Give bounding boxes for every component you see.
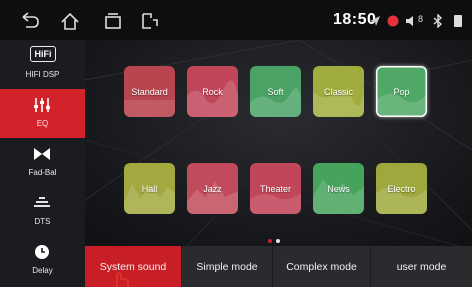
preset-label: Electro	[387, 183, 416, 194]
sidebar-item-dts[interactable]: DTS	[0, 187, 85, 236]
page-indicator	[266, 238, 282, 244]
back-icon[interactable]	[20, 12, 40, 30]
sidebar-item-label: DTS	[34, 217, 51, 226]
preset-soft[interactable]: Soft	[250, 66, 301, 117]
home-icon[interactable]	[60, 12, 80, 30]
sidebar-item-label: EQ	[36, 119, 49, 128]
preset-label: Rock	[202, 86, 223, 97]
preset-label: Hall	[141, 183, 158, 194]
tab-label: Complex mode	[286, 260, 357, 273]
tab-system-sound[interactable]: System sound	[85, 246, 182, 287]
sidebar-item-eq[interactable]: EQ	[0, 89, 85, 138]
sidebar: HiFi HIFI DSP EQ Fad-Bal DTS Delay	[0, 40, 85, 287]
equalizer-icon	[34, 98, 50, 112]
bluetooth-icon	[433, 14, 443, 28]
preset-news[interactable]: News	[313, 163, 364, 214]
sidebar-item-hifi-dsp[interactable]: HiFi HIFI DSP	[0, 40, 85, 89]
status-bar: 18:50 8	[0, 0, 472, 40]
preset-theater[interactable]: Theater	[250, 163, 301, 214]
sidebar-item-fad-bal[interactable]: Fad-Bal	[0, 138, 85, 187]
preset-label: Soft	[267, 86, 284, 97]
tab-complex-mode[interactable]: Complex mode	[273, 246, 371, 287]
sidebar-item-label: HIFI DSP	[25, 70, 60, 79]
preset-hall[interactable]: Hall	[124, 163, 175, 214]
volume-level: 8	[418, 14, 424, 24]
battery-icon	[454, 15, 462, 27]
tab-label: Simple mode	[196, 260, 258, 273]
preset-label: Standard	[131, 86, 168, 97]
recent-apps-icon[interactable]	[103, 12, 123, 30]
screen-cast-icon[interactable]	[140, 12, 160, 30]
preset-pop[interactable]: Pop	[376, 66, 427, 117]
tab-label: System sound	[99, 260, 167, 273]
page-dot[interactable]	[268, 239, 272, 243]
status-icons: 8	[366, 10, 470, 32]
sidebar-item-delay[interactable]: Delay	[0, 236, 85, 285]
preset-electro[interactable]: Electro	[376, 163, 427, 214]
tab-label: user mode	[396, 260, 447, 273]
hand-pointer-icon	[116, 272, 129, 287]
sidebar-item-label: Delay	[32, 266, 53, 275]
fader-balance-icon	[34, 148, 50, 160]
preset-label: Theater	[259, 183, 292, 194]
preset-label: News	[327, 183, 350, 194]
preset-rock[interactable]: Rock	[187, 66, 238, 117]
preset-standard[interactable]: Standard	[124, 66, 175, 117]
tab-simple-mode[interactable]: Simple mode	[182, 246, 273, 287]
hifi-icon: HiFi	[30, 46, 56, 62]
preset-classic[interactable]: Classic	[313, 66, 364, 117]
preset-label: Jazz	[203, 183, 222, 194]
preset-label: Classic	[323, 86, 353, 97]
sound-mode-tabs: System sound Simple mode Complex mode us…	[85, 246, 472, 287]
preset-label: Pop	[393, 86, 410, 97]
sidebar-item-label: Fad-Bal	[28, 168, 57, 177]
record-icon	[387, 15, 399, 27]
clock-icon	[35, 245, 49, 259]
dts-icon	[34, 197, 50, 207]
page-dot[interactable]	[276, 239, 280, 243]
volume-icon	[406, 16, 413, 26]
gps-icon	[370, 16, 380, 26]
tab-user-mode[interactable]: user mode	[371, 246, 472, 287]
preset-jazz[interactable]: Jazz	[187, 163, 238, 214]
